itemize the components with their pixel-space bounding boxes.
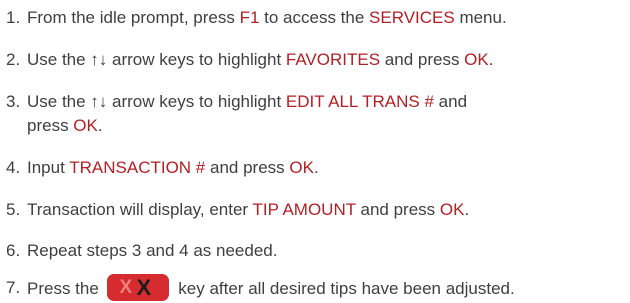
- step-number: 3.: [6, 92, 21, 111]
- step-text: From the idle prompt, press F1 to access…: [27, 8, 507, 27]
- step-text: Repeat steps 3 and 4 as needed.: [27, 241, 278, 260]
- step-text: Use the ↑↓ arrow keys to highlight FAVOR…: [27, 50, 494, 69]
- step-number: 5.: [6, 200, 21, 219]
- step-number: 6.: [6, 241, 21, 260]
- step-text: Transaction will display, enter TIP AMOU…: [27, 200, 470, 219]
- keyword-tip-amount: TIP AMOUNT: [252, 200, 356, 219]
- cancel-key-icon: XX: [106, 274, 169, 301]
- keyword-transaction: TRANSACTION #: [69, 158, 206, 177]
- keyword-favorites: FAVORITES: [285, 50, 381, 69]
- keyword-ok: OK: [289, 158, 314, 177]
- step-number: 1.: [6, 8, 21, 27]
- step-text: Input TRANSACTION # and press OK.: [27, 158, 319, 177]
- keyword-ok: OK: [439, 200, 465, 219]
- keyword-edit-all-trans: EDIT ALL TRANS #: [285, 92, 434, 111]
- step-number: 2.: [6, 50, 21, 69]
- keyword-ok: OK: [73, 116, 98, 135]
- keyword-f1: F1: [239, 8, 260, 27]
- keyword-ok: OK: [464, 50, 489, 69]
- keyword-services: SERVICES: [369, 8, 455, 27]
- step-text: Use the ↑↓ arrow keys to highlight EDIT …: [27, 90, 627, 138]
- step-number: 7.: [6, 278, 21, 297]
- step-number: 4.: [6, 158, 21, 177]
- step-text-line-2: press OK.: [27, 116, 103, 135]
- step-text: Press the XX key after all desired tips …: [27, 274, 515, 301]
